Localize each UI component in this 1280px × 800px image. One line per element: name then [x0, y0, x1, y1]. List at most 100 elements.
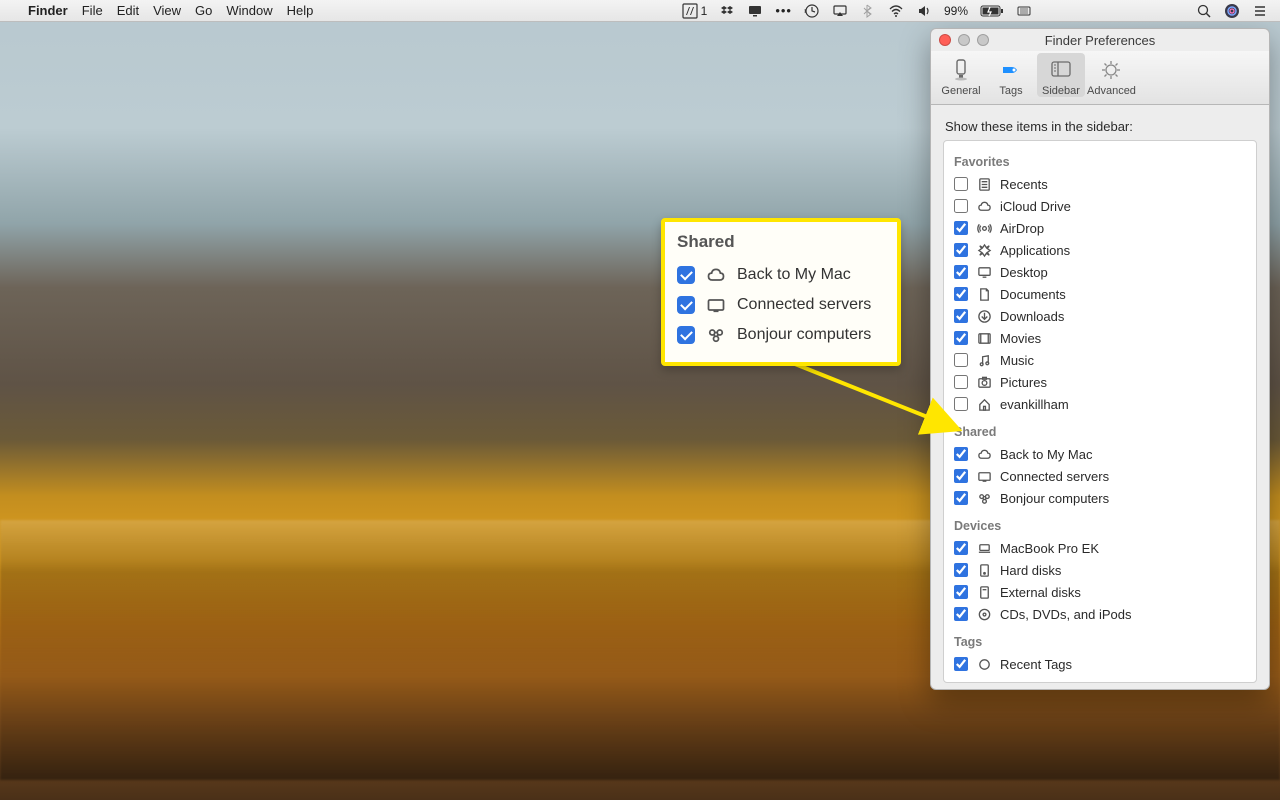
favorites-checkbox-1[interactable]: [954, 199, 968, 213]
favorites-row-10: evankillham: [954, 393, 1246, 415]
favorites-row-5: Documents: [954, 283, 1246, 305]
favorites-label-1: iCloud Drive: [1000, 199, 1071, 214]
tab-tags[interactable]: Tags: [987, 53, 1035, 97]
server-icon: [705, 295, 727, 315]
pictures-icon: [976, 374, 992, 390]
favorites-label-4: Desktop: [1000, 265, 1048, 280]
desktop-icon: [976, 264, 992, 280]
favorites-row-3: Applications: [954, 239, 1246, 261]
favorites-checkbox-2[interactable]: [954, 221, 968, 235]
favorites-label-0: Recents: [1000, 177, 1048, 192]
favorites-checkbox-7[interactable]: [954, 331, 968, 345]
tab-general[interactable]: General: [937, 53, 985, 97]
devices-checkbox-3[interactable]: [954, 607, 968, 621]
shared-checkbox-0[interactable]: [954, 447, 968, 461]
cloud-icon: [976, 446, 992, 462]
callout-checkbox-2: [677, 326, 695, 344]
dropbox-icon[interactable]: [719, 3, 735, 19]
favorites-row-7: Movies: [954, 327, 1246, 349]
shared-checkbox-2[interactable]: [954, 491, 968, 505]
favorites-row-8: Music: [954, 349, 1246, 371]
sidebar-heading: Show these items in the sidebar:: [945, 119, 1257, 134]
favorites-label-9: Pictures: [1000, 375, 1047, 390]
more-status-icon[interactable]: •••: [775, 3, 792, 18]
hdd-icon: [976, 562, 992, 578]
laptop-icon: [976, 540, 992, 556]
favorites-row-0: Recents: [954, 173, 1246, 195]
favorites-checkbox-4[interactable]: [954, 265, 968, 279]
bonjour-icon: [705, 325, 727, 345]
time-machine-icon[interactable]: [804, 3, 820, 19]
battery-icon[interactable]: [980, 5, 1004, 17]
menu-file[interactable]: File: [82, 3, 103, 18]
menu-go[interactable]: Go: [195, 3, 212, 18]
favorites-checkbox-10[interactable]: [954, 397, 968, 411]
documents-icon: [976, 286, 992, 302]
adobe-status-icon[interactable]: 1: [682, 3, 708, 19]
devices-checkbox-1[interactable]: [954, 563, 968, 577]
airplay-icon[interactable]: [832, 3, 848, 19]
preferences-toolbar: General Tags Sidebar Advanced: [931, 51, 1269, 105]
menu-view[interactable]: View: [153, 3, 181, 18]
battery-text[interactable]: 99%: [944, 4, 968, 18]
recents-icon: [976, 176, 992, 192]
app-menu-finder[interactable]: Finder: [28, 3, 68, 18]
callout-label-0: Back to My Mac: [737, 266, 851, 284]
shared-label-2: Bonjour computers: [1000, 491, 1109, 506]
notification-center-icon[interactable]: [1252, 3, 1268, 19]
favorites-checkbox-0[interactable]: [954, 177, 968, 191]
spotlight-icon[interactable]: [1196, 3, 1212, 19]
siri-icon[interactable]: [1224, 3, 1240, 19]
bluetooth-icon[interactable]: [860, 3, 876, 19]
tags-checkbox-0[interactable]: [954, 657, 968, 671]
favorites-label-10: evankillham: [1000, 397, 1069, 412]
favorites-checkbox-6[interactable]: [954, 309, 968, 323]
devices-checkbox-2[interactable]: [954, 585, 968, 599]
devices-row-0: MacBook Pro EK: [954, 537, 1246, 559]
favorites-checkbox-3[interactable]: [954, 243, 968, 257]
callout-label-2: Bonjour computers: [737, 326, 871, 344]
tab-sidebar[interactable]: Sidebar: [1037, 53, 1085, 97]
shared-row-1: Connected servers: [954, 465, 1246, 487]
window-title: Finder Preferences: [931, 33, 1269, 48]
music-icon: [976, 352, 992, 368]
favorites-label-2: AirDrop: [1000, 221, 1044, 236]
menubar: Finder File Edit View Go Window Help 1 •…: [0, 0, 1280, 22]
favorites-row-9: Pictures: [954, 371, 1246, 393]
shared-row-2: Bonjour computers: [954, 487, 1246, 509]
keyboard-input-icon[interactable]: [1016, 3, 1032, 19]
devices-label-0: MacBook Pro EK: [1000, 541, 1099, 556]
display-icon[interactable]: [747, 3, 763, 19]
devices-row-2: External disks: [954, 581, 1246, 603]
devices-label-1: Hard disks: [1000, 563, 1061, 578]
apps-icon: [976, 242, 992, 258]
favorites-label-3: Applications: [1000, 243, 1070, 258]
favorites-row-1: iCloud Drive: [954, 195, 1246, 217]
tab-advanced[interactable]: Advanced: [1087, 53, 1135, 97]
home-icon: [976, 396, 992, 412]
menu-help[interactable]: Help: [287, 3, 314, 18]
favorites-checkbox-8[interactable]: [954, 353, 968, 367]
server-icon: [976, 468, 992, 484]
menu-edit[interactable]: Edit: [117, 3, 139, 18]
section-devices-title: Devices: [954, 519, 1246, 533]
section-shared-title: Shared: [954, 425, 1246, 439]
window-titlebar[interactable]: Finder Preferences: [931, 29, 1269, 51]
callout-row-1: Connected servers: [677, 290, 885, 320]
devices-checkbox-0[interactable]: [954, 541, 968, 555]
favorites-checkbox-9[interactable]: [954, 375, 968, 389]
callout-label-1: Connected servers: [737, 296, 871, 314]
extdisk-icon: [976, 584, 992, 600]
cloud-icon: [976, 198, 992, 214]
favorites-checkbox-5[interactable]: [954, 287, 968, 301]
menu-window[interactable]: Window: [226, 3, 272, 18]
wifi-icon[interactable]: [888, 3, 904, 19]
shared-checkbox-1[interactable]: [954, 469, 968, 483]
volume-icon[interactable]: [916, 3, 932, 19]
tags-label-0: Recent Tags: [1000, 657, 1072, 672]
favorites-label-7: Movies: [1000, 331, 1041, 346]
shared-label-1: Connected servers: [1000, 469, 1109, 484]
airdrop-icon: [976, 220, 992, 236]
section-tags-title: Tags: [954, 635, 1246, 649]
devices-row-3: CDs, DVDs, and iPods: [954, 603, 1246, 625]
